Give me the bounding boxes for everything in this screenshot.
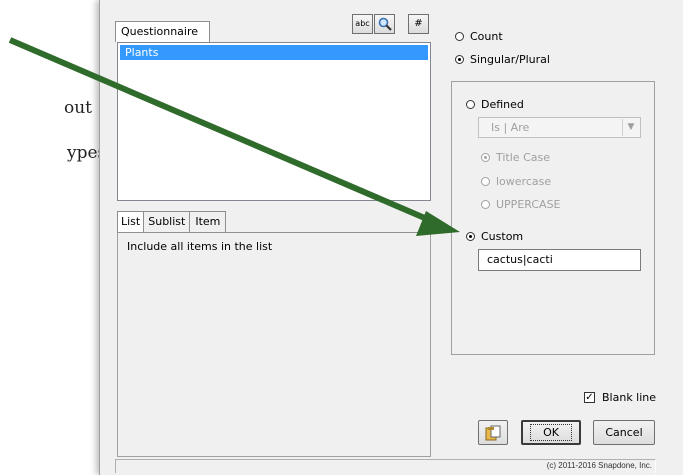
annotation-arrow: [8, 37, 460, 236]
arrow-shaft: [8, 37, 436, 225]
